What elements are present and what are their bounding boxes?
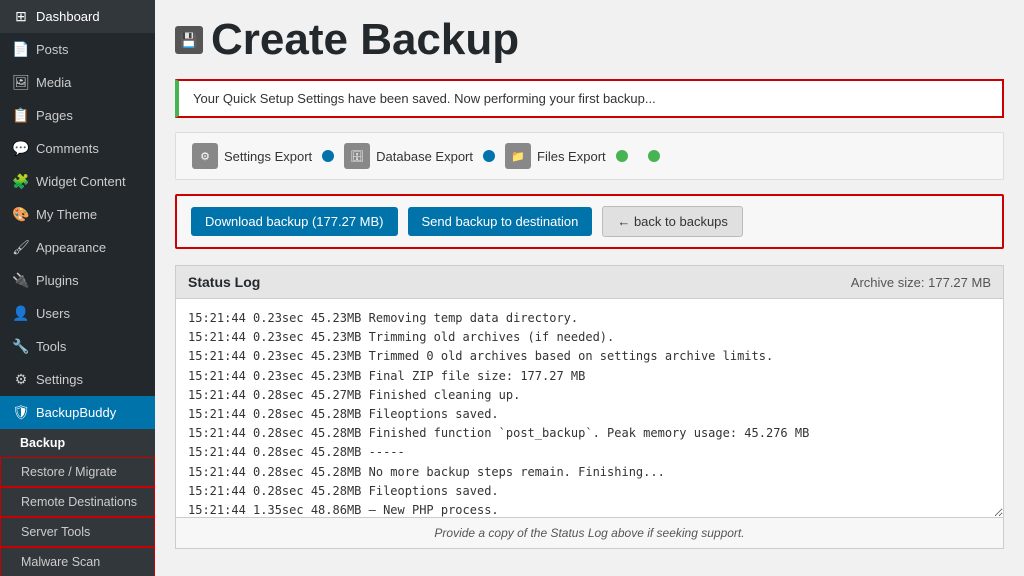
step-dot-1 <box>322 150 334 162</box>
status-log-header: Status Log Archive size: 177.27 MB <box>175 265 1004 298</box>
action-buttons-area: Download backup (177.27 MB) Send backup … <box>175 194 1004 249</box>
files-export-icon: 📁 <box>505 143 531 169</box>
settings-export-label: Settings Export <box>224 149 312 164</box>
plugins-icon: 🔌 <box>12 272 30 289</box>
page-title: Create Backup <box>211 15 519 65</box>
step-dot-3 <box>616 150 628 162</box>
sidebar-item-restore-migrate[interactable]: Restore / Migrate <box>0 457 155 487</box>
posts-icon: 📄 <box>12 41 30 58</box>
sidebar-item-remote-destinations[interactable]: Remote Destinations <box>0 487 155 517</box>
pages-icon: 📋 <box>12 107 30 124</box>
database-export-label: Database Export <box>376 149 473 164</box>
page-title-icon: 💾 <box>175 26 203 54</box>
backupbuddy-submenu: Backup Restore / Migrate Remote Destinat… <box>0 429 155 576</box>
sidebar-item-users[interactable]: 👤 Users <box>0 297 155 330</box>
sidebar-item-backupbuddy[interactable]: 🛡 BackupBuddy <box>0 396 155 429</box>
step-dot-4 <box>648 150 660 162</box>
export-step-files: 📁 Files Export <box>505 143 606 169</box>
sidebar-item-settings[interactable]: ⚙ Settings <box>0 363 155 396</box>
comments-icon: 💬 <box>12 140 30 157</box>
settings-export-icon: ⚙ <box>192 143 218 169</box>
export-step-database: 🗄 Database Export <box>344 143 473 169</box>
sidebar-item-malware-scan[interactable]: Malware Scan <box>0 547 155 576</box>
sidebar-item-appearance[interactable]: 🖌 Appearance <box>0 231 155 264</box>
widget-icon: 🧩 <box>12 173 30 190</box>
theme-icon: 🎨 <box>12 206 30 223</box>
status-log-section: Status Log Archive size: 177.27 MB 15:21… <box>175 265 1004 549</box>
download-backup-button[interactable]: Download backup (177.27 MB) <box>191 207 398 236</box>
status-log-footer: Provide a copy of the Status Log above i… <box>175 518 1004 549</box>
sidebar-item-widget-content[interactable]: 🧩 Widget Content <box>0 165 155 198</box>
tools-icon: 🔧 <box>12 338 30 355</box>
sidebar-item-pages[interactable]: 📋 Pages <box>0 99 155 132</box>
export-step-settings: ⚙ Settings Export <box>192 143 312 169</box>
sidebar-item-media[interactable]: 🖼 Media <box>0 66 155 99</box>
dashboard-icon: ⊞ <box>12 8 30 25</box>
notice-text: Your Quick Setup Settings have been save… <box>193 91 988 106</box>
sidebar: ⊞ Dashboard 📄 Posts 🖼 Media 📋 Pages 💬 Co… <box>0 0 155 576</box>
step-dot-2 <box>483 150 495 162</box>
sidebar-item-posts[interactable]: 📄 Posts <box>0 33 155 66</box>
sidebar-item-plugins[interactable]: 🔌 Plugins <box>0 264 155 297</box>
status-log-title: Status Log <box>188 274 260 290</box>
appearance-icon: 🖌 <box>12 239 30 256</box>
status-log-body[interactable]: 15:21:44 0.23sec 45.23MB Removing temp d… <box>175 298 1004 518</box>
database-export-icon: 🗄 <box>344 143 370 169</box>
page-title-area: 💾 Create Backup <box>175 15 1004 65</box>
notice-box: Your Quick Setup Settings have been save… <box>175 79 1004 118</box>
backupbuddy-icon: 🛡 <box>12 404 30 421</box>
users-icon: 👤 <box>12 305 30 322</box>
back-to-backups-button[interactable]: ← back to backups <box>602 206 743 237</box>
sidebar-item-my-theme[interactable]: 🎨 My Theme <box>0 198 155 231</box>
export-steps: ⚙ Settings Export 🗄 Database Export 📁 Fi… <box>175 132 1004 180</box>
sidebar-item-comments[interactable]: 💬 Comments <box>0 132 155 165</box>
files-export-label: Files Export <box>537 149 606 164</box>
sidebar-item-backup[interactable]: Backup <box>0 429 155 457</box>
settings-icon: ⚙ <box>12 371 30 388</box>
send-backup-button[interactable]: Send backup to destination <box>408 207 593 236</box>
main-content: 💾 Create Backup Your Quick Setup Setting… <box>155 0 1024 576</box>
sidebar-item-tools[interactable]: 🔧 Tools <box>0 330 155 363</box>
media-icon: 🖼 <box>12 74 30 91</box>
sidebar-item-server-tools[interactable]: Server Tools <box>0 517 155 547</box>
sidebar-item-dashboard[interactable]: ⊞ Dashboard <box>0 0 155 33</box>
archive-size: Archive size: 177.27 MB <box>851 275 991 290</box>
